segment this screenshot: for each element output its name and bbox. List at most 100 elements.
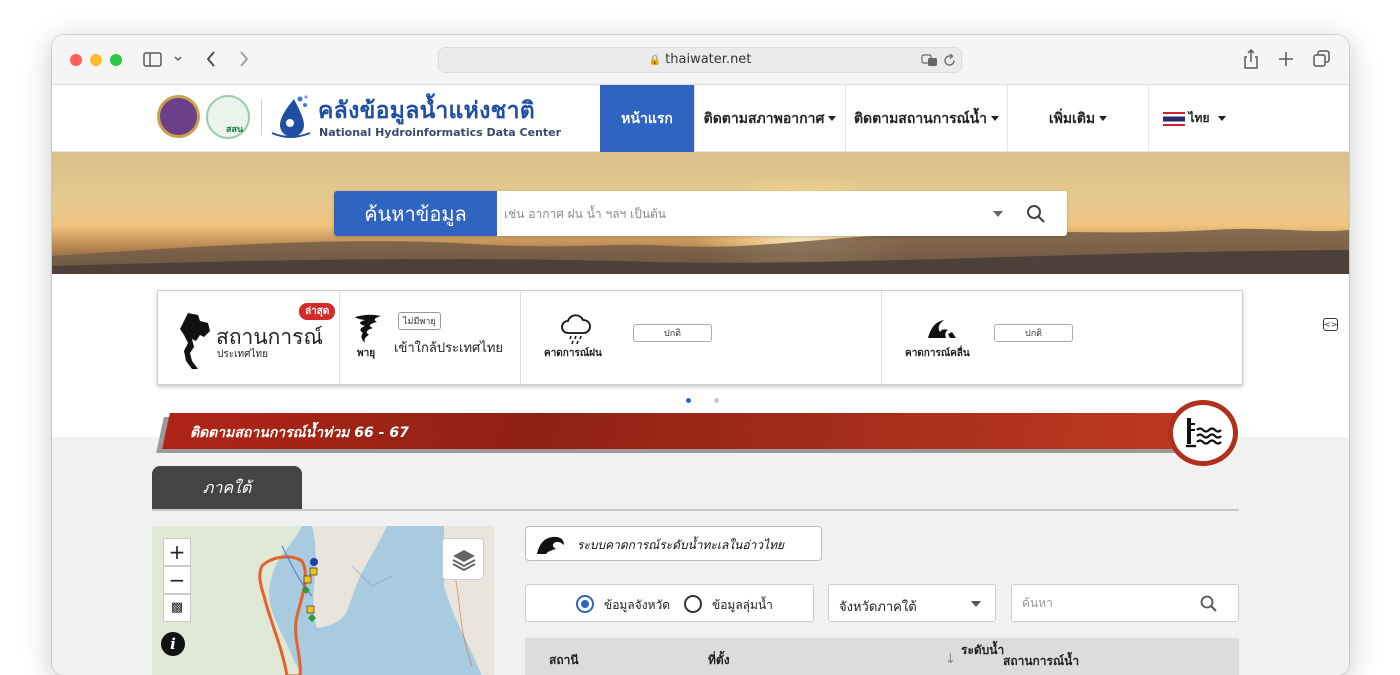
site-header: สสน คลังข้อมูลน้ำแห่งชาติ National Hydro… bbox=[52, 85, 1349, 152]
translate-icon[interactable] bbox=[921, 53, 939, 68]
nav-more[interactable]: เพิ่มเติม bbox=[1007, 85, 1148, 152]
search-icon[interactable] bbox=[1199, 594, 1218, 613]
province-select-value: จังหวัดภาคใต้ bbox=[839, 600, 917, 615]
fullscreen-button[interactable]: ▩ bbox=[163, 594, 191, 622]
radio-basin-label[interactable]: ข้อมูลลุ่มน้ำ bbox=[712, 596, 773, 615]
col-station[interactable]: สถานี bbox=[549, 651, 579, 670]
zoom-out-button[interactable]: − bbox=[163, 566, 191, 594]
flood-banner[interactable]: ติดตามสถานการณ์น้ำท่วม 66 - 67 bbox=[156, 413, 1246, 453]
zoom-window-button[interactable] bbox=[110, 54, 122, 66]
new-tab-icon[interactable] bbox=[1278, 48, 1294, 70]
wave-icon bbox=[537, 536, 564, 554]
situation-carousel: สถานการณ์ ประเทศไทย ล่าสุด พายุ ไม่มีพาย… bbox=[157, 290, 1243, 385]
caret-down-icon bbox=[991, 116, 1000, 121]
card-wave-forecast[interactable]: คาดการณ์คลื่น ปกติ bbox=[882, 291, 1244, 384]
lock-icon: 🔒 bbox=[648, 55, 662, 66]
search-box: ค้นหาข้อมูล bbox=[334, 191, 1067, 236]
hero-banner: ค้นหาข้อมูล bbox=[52, 152, 1349, 274]
forward-icon[interactable] bbox=[237, 48, 251, 70]
card-storm[interactable]: พายุ ไม่มีพายุ เข้าใกล้ประเทศไทย bbox=[340, 291, 521, 384]
wave-icon bbox=[928, 320, 956, 338]
rain-status-tag: ปกติ bbox=[633, 324, 712, 342]
sidebar-icon[interactable] bbox=[143, 48, 163, 70]
tab-underline bbox=[152, 509, 1239, 511]
storm-icon bbox=[355, 314, 381, 343]
storm-label: พายุ bbox=[357, 348, 376, 359]
nav-water[interactable]: ติดตามสถานการณ์น้ำ bbox=[845, 85, 1007, 152]
caret-down-icon bbox=[828, 116, 837, 121]
caret-down-icon bbox=[971, 601, 981, 607]
language-label: ไทย bbox=[1188, 111, 1210, 125]
radio-province[interactable] bbox=[576, 595, 594, 613]
thai-flag-icon bbox=[1162, 111, 1185, 126]
sea-level-forecast-label: ระบบคาดการณ์ระดับน้ำทะเลในอ่าวไทย bbox=[577, 538, 785, 552]
carousel-dot-2[interactable] bbox=[714, 398, 719, 403]
hii-logo[interactable]: สสน bbox=[206, 95, 250, 139]
nav-weather[interactable]: ติดตามสภาพอากาศ bbox=[694, 85, 845, 152]
minimize-window-button[interactable] bbox=[90, 54, 102, 66]
reload-icon[interactable] bbox=[943, 53, 957, 68]
tab-overview-icon[interactable] bbox=[1313, 48, 1331, 70]
data-type-radio-group: ข้อมูลจังหวัด ข้อมูลลุ่มน้ำ bbox=[525, 584, 814, 622]
province-select[interactable]: จังหวัดภาคใต้ bbox=[828, 584, 996, 622]
station-search-input[interactable] bbox=[1022, 585, 1192, 621]
flood-map[interactable]: + − ▩ i bbox=[152, 526, 494, 675]
caret-down-icon bbox=[1218, 116, 1227, 121]
nav-more-label: เพิ่มเติม bbox=[1048, 110, 1096, 127]
card-situation[interactable]: สถานการณ์ ประเทศไทย ล่าสุด bbox=[158, 291, 340, 384]
hii-logo-text: สสน bbox=[226, 125, 244, 135]
browser-window: 🔒 thaiwater.net สสน คลังข้อมูลน้ำแห่งชาต… bbox=[52, 35, 1349, 675]
chevron-down-icon[interactable] bbox=[173, 48, 183, 70]
brand-title-th[interactable]: คลังข้อมูลน้ำแห่งชาติ bbox=[318, 93, 535, 129]
tab-southern-region[interactable]: ภาคใต้ bbox=[152, 466, 302, 510]
nav-home-label: หน้าแรก bbox=[621, 110, 673, 127]
close-window-button[interactable] bbox=[70, 54, 82, 66]
rain-forecast-label: คาดการณ์ฝน bbox=[544, 348, 602, 359]
carousel-dot-1[interactable] bbox=[686, 398, 691, 403]
caret-down-icon bbox=[1099, 116, 1108, 121]
brand-title-en[interactable]: National Hydroinformatics Data Center bbox=[319, 126, 561, 139]
latest-badge: ล่าสุด bbox=[299, 303, 336, 320]
thaiwater-logo[interactable] bbox=[270, 93, 312, 141]
card-rain-forecast[interactable]: คาดการณ์ฝน ปกติ bbox=[521, 291, 882, 384]
browser-toolbar: 🔒 thaiwater.net bbox=[52, 35, 1349, 85]
station-table-header: สถานี ที่ตั้ง ↓ ระดับน้ำ สถานการณ์น้ำ bbox=[525, 638, 1239, 675]
col-location[interactable]: ที่ตั้ง bbox=[708, 651, 730, 670]
radio-province-label[interactable]: ข้อมูลจังหวัด bbox=[604, 596, 670, 615]
situation-subtitle: ประเทศไทย bbox=[217, 349, 268, 360]
flood-banner-text: ติดตามสถานการณ์น้ำท่วม 66 - 67 bbox=[190, 425, 409, 441]
url-label: thaiwater.net bbox=[665, 52, 752, 67]
sea-level-forecast-button[interactable]: ระบบคาดการณ์ระดับน้ำทะเลในอ่าวไทย bbox=[525, 526, 822, 561]
storm-text: เข้าใกล้ประเทศไทย bbox=[394, 341, 504, 356]
search-label: ค้นหาข้อมูล bbox=[334, 191, 497, 236]
ministry-logo[interactable] bbox=[157, 95, 200, 138]
nav-water-label: ติดตามสถานการณ์น้ำ bbox=[853, 110, 988, 127]
water-level-icon bbox=[1186, 418, 1222, 448]
back-icon[interactable] bbox=[204, 48, 218, 70]
station-search-box bbox=[1011, 584, 1239, 622]
layers-button[interactable] bbox=[442, 538, 484, 580]
language-select[interactable]: ไทย bbox=[1148, 85, 1240, 152]
nav-home[interactable]: หน้าแรก bbox=[600, 85, 694, 152]
zoom-in-button[interactable]: + bbox=[163, 538, 191, 566]
share-icon[interactable] bbox=[1243, 48, 1259, 70]
address-bar[interactable]: 🔒 thaiwater.net bbox=[438, 47, 962, 73]
search-dropdown-icon[interactable] bbox=[993, 211, 1003, 217]
code-toggle-icon[interactable]: <> bbox=[1323, 318, 1338, 331]
thailand-map-icon bbox=[180, 313, 210, 369]
sort-arrow-icon[interactable]: ↓ bbox=[945, 652, 956, 667]
wave-status-tag: ปกติ bbox=[994, 324, 1073, 342]
wave-forecast-label: คาดการณ์คลื่น bbox=[905, 348, 970, 359]
url-text: 🔒 thaiwater.net bbox=[439, 52, 961, 67]
logo-divider bbox=[261, 99, 262, 135]
rain-cloud-icon bbox=[561, 314, 591, 345]
radio-basin[interactable] bbox=[684, 595, 702, 613]
info-icon[interactable]: i bbox=[161, 632, 185, 656]
layers-icon bbox=[452, 550, 476, 572]
col-water-level[interactable]: ระดับน้ำ bbox=[961, 641, 1004, 660]
search-icon[interactable] bbox=[1025, 203, 1047, 225]
web-page: สสน คลังข้อมูลน้ำแห่งชาติ National Hydro… bbox=[52, 85, 1349, 675]
flood-water-level-icon[interactable] bbox=[1168, 400, 1238, 466]
nav-weather-label: ติดตามสภาพอากาศ bbox=[703, 110, 825, 127]
search-input[interactable] bbox=[504, 191, 984, 236]
